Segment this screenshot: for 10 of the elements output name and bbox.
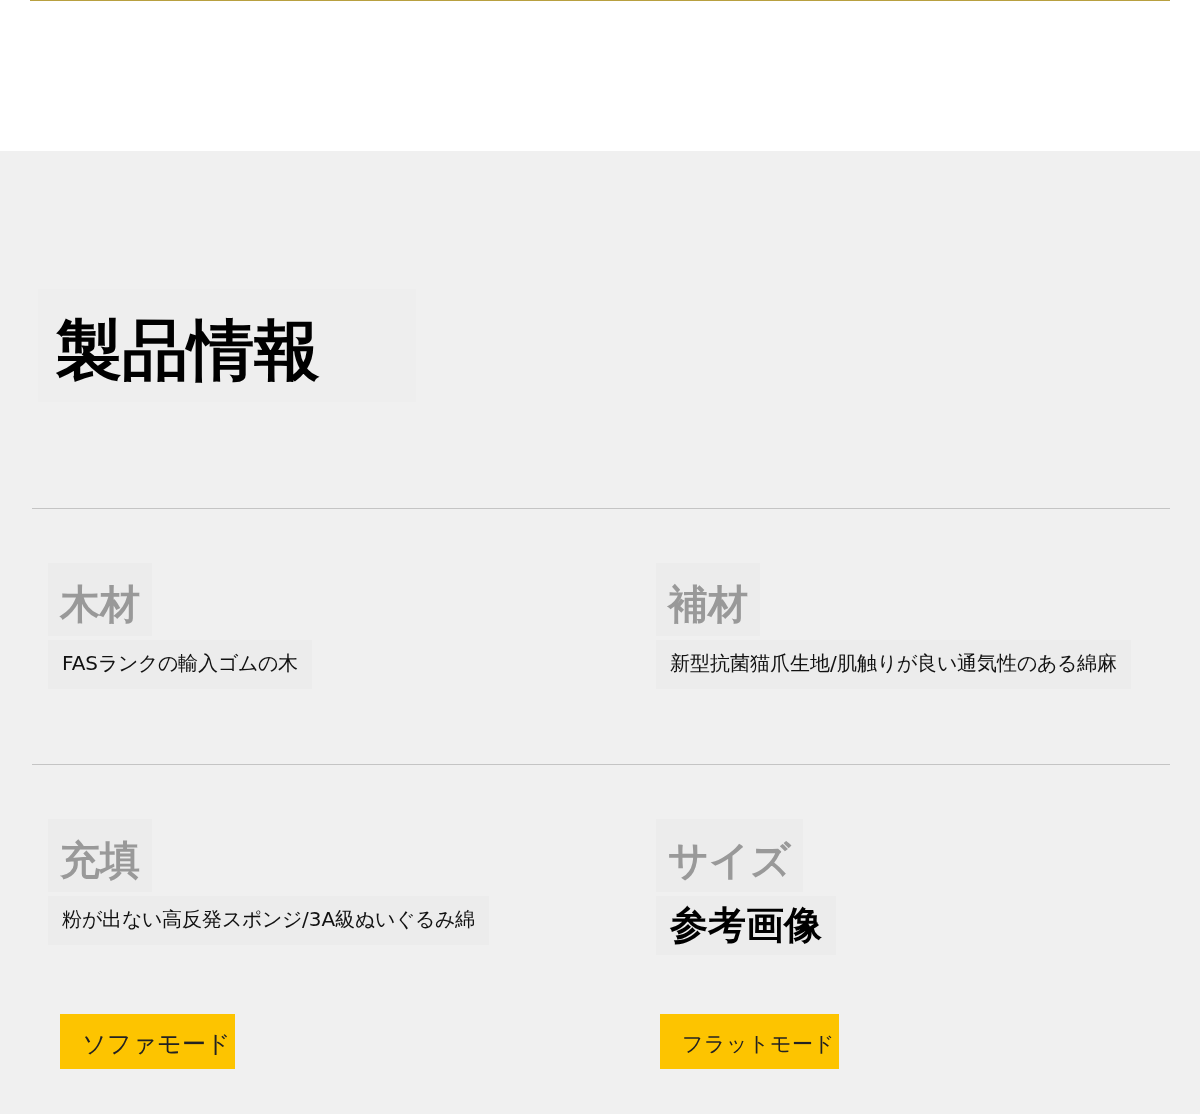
spec-label: 木材 bbox=[48, 562, 152, 636]
spec-label: 充填 bbox=[48, 818, 152, 892]
mode-button[interactable]: フラットモード bbox=[660, 1013, 839, 1069]
spec-value: 参考画像 bbox=[656, 895, 836, 955]
mode-button[interactable]: ソファモード bbox=[60, 1013, 235, 1069]
spec-value: 新型抗菌猫爪生地/肌触りが良い通気性のある綿麻 bbox=[656, 639, 1131, 689]
spec-label: サイズ bbox=[656, 818, 803, 892]
spec-value: 粉が出ない高反発スポンジ/3A級ぬいぐるみ綿 bbox=[48, 895, 490, 945]
spec-value: FASランクの輸入ゴムの木 bbox=[48, 639, 313, 689]
spec-label: 補材 bbox=[656, 562, 760, 636]
